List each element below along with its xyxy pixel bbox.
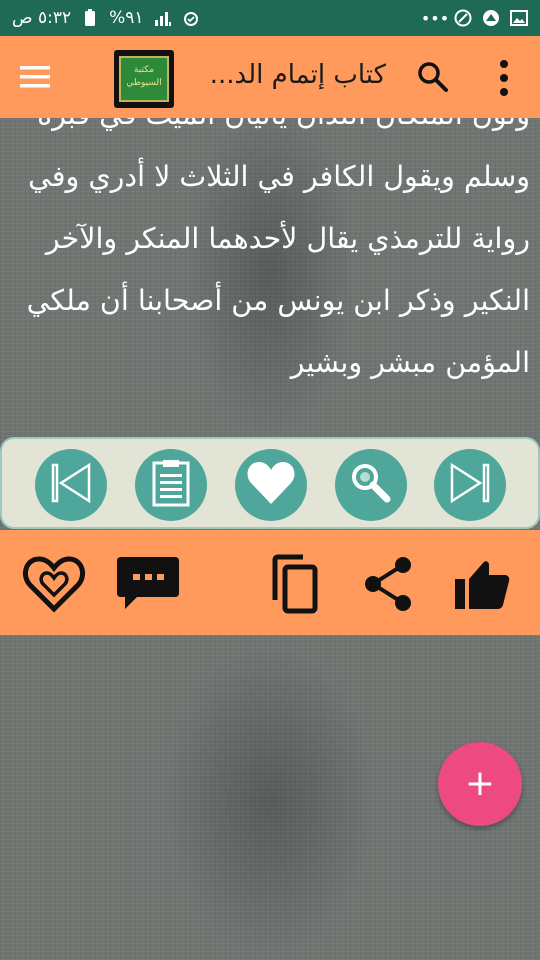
search-icon[interactable] [414, 58, 452, 96]
search-icon [347, 459, 395, 511]
battery-percent: %٩١ [109, 8, 144, 28]
clipboard-icon [149, 458, 193, 512]
skip-first-icon [47, 459, 95, 511]
fab-label: + [464, 763, 496, 804]
battery-icon [81, 9, 99, 27]
reader-line: ولون الملكان اللذان يأتيان الميت في قبره [6, 118, 530, 146]
menu-icon[interactable] [20, 64, 50, 90]
alarm-icon [182, 9, 200, 27]
nav-toolbar [0, 437, 540, 529]
thumb-up-icon [453, 557, 511, 615]
app-title: كتاب إتمام الد... [209, 60, 386, 90]
app-logo: مكتبة السيوطي [114, 50, 174, 108]
signal-icon [154, 9, 172, 27]
reader-line: النكير وذكر ابن يونس من أصحابنا أن ملكي [26, 284, 530, 317]
reader-line: المؤمن مبشر وبشير [290, 346, 530, 379]
share-icon [361, 555, 415, 617]
comment-action[interactable] [116, 554, 180, 618]
action-bar [0, 530, 540, 635]
copy-icon [267, 554, 321, 618]
add-fab[interactable]: + [438, 742, 522, 826]
share-action[interactable] [356, 554, 420, 618]
first-page-button[interactable] [35, 449, 107, 521]
reader-pane[interactable]: ولون الملكان اللذان يأتيان الميت في قبره… [0, 118, 540, 438]
index-button[interactable] [135, 449, 207, 521]
search-button[interactable] [335, 449, 407, 521]
status-time: ٥:٣٢ ص [12, 8, 72, 28]
last-page-button[interactable] [434, 449, 506, 521]
comment-icon [115, 555, 181, 617]
more-notifications-icon: ••• [420, 8, 450, 28]
reader-text: ولون الملكان اللذان يأتيان الميت في قبره… [6, 118, 530, 394]
heart-icon [246, 460, 296, 510]
logo-line-2: السيوطي [126, 78, 162, 88]
heart-outline-icon [22, 555, 86, 617]
vpn-icon [482, 9, 500, 27]
logo-line-1: مكتبة [133, 65, 155, 75]
status-bar: ٥:٣٢ ص %٩١ ••• [0, 0, 540, 36]
reader-line: وسلم ويقول الكافر في الثلاث لا أدري وفي [28, 160, 530, 193]
favorite-action[interactable] [22, 554, 86, 618]
logo-text: مكتبة السيوطي [119, 56, 169, 102]
favorite-button[interactable] [235, 449, 307, 521]
reader-line: رواية للترمذي يقال لأحدهما المنكر والآخر [45, 222, 530, 255]
shield-icon [454, 9, 472, 27]
like-action[interactable] [450, 554, 514, 618]
more-vert-icon[interactable] [488, 56, 520, 100]
skip-last-icon [446, 459, 494, 511]
app-bar: كتاب إتمام الد... مكتبة السيوطي [0, 36, 540, 118]
status-bar-right: ••• [420, 8, 528, 28]
copy-action[interactable] [262, 554, 326, 618]
image-icon [510, 9, 528, 27]
status-bar-left: ٥:٣٢ ص %٩١ [12, 8, 200, 28]
